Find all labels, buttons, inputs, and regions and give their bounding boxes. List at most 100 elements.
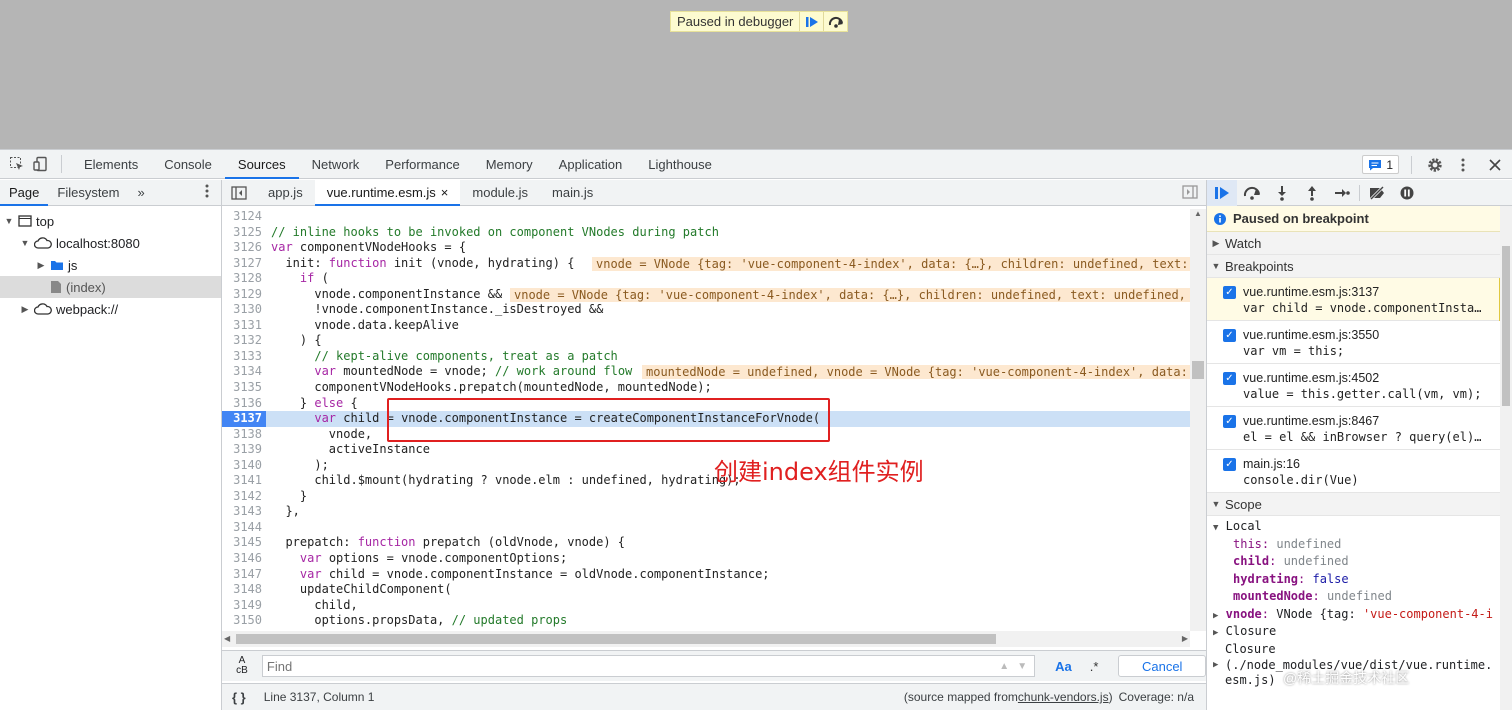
scope-var-child[interactable]: child: undefined (1233, 553, 1512, 571)
code-line[interactable]: 3128 if ( (222, 271, 1190, 287)
find-input[interactable] (261, 655, 1036, 677)
code-line[interactable]: 3149 child, (222, 598, 1190, 614)
close-icon[interactable]: × (441, 185, 449, 200)
line-number[interactable]: 3129 (222, 287, 266, 303)
line-number[interactable]: 3144 (222, 520, 266, 536)
code-line[interactable]: 3125 // inline hooks to be invoked on com… (222, 225, 1190, 241)
tab-network[interactable]: Network (299, 150, 373, 179)
code-line[interactable]: 3140 ); (222, 458, 1190, 474)
scroll-left-arrow[interactable]: ◀ (224, 634, 230, 643)
breakpoints-section-header[interactable]: ▼ Breakpoints (1207, 255, 1512, 278)
line-number[interactable]: 3145 (222, 535, 266, 551)
line-number[interactable]: 3148 (222, 582, 266, 598)
line-number[interactable]: 3149 (222, 598, 266, 614)
toggle-debugger-button[interactable] (1182, 185, 1198, 202)
breakpoint-item[interactable]: ✓ main.js:16 console.dir(Vue) (1207, 450, 1512, 493)
tree-item-js[interactable]: ▶ js (0, 254, 221, 276)
replace-toggle-icon[interactable]: AcB (230, 656, 254, 676)
tab-elements[interactable]: Elements (71, 150, 151, 179)
tree-item-localhost8080[interactable]: ▼ localhost:8080 (0, 232, 221, 254)
tab-memory[interactable]: Memory (473, 150, 546, 179)
tab-filesystem[interactable]: Filesystem (48, 180, 128, 206)
line-number[interactable]: 3141 (222, 473, 266, 489)
code-line[interactable]: 3131 vnode.data.keepAlive (222, 318, 1190, 334)
code-line[interactable]: 3130 !vnode.componentInstance._isDestroy… (222, 302, 1190, 318)
line-number[interactable]: 3127 (222, 256, 266, 272)
tab-page[interactable]: Page (0, 180, 49, 206)
chevron-right-icon[interactable]: ▶ (36, 260, 46, 271)
code-line[interactable]: 3133 // kept-alive components, treat as … (222, 349, 1190, 365)
line-number[interactable]: 3130 (222, 302, 266, 318)
sidebar-scrollbar[interactable] (1500, 206, 1512, 710)
breakpoint-item[interactable]: ✓ vue.runtime.esm.js:3550 var vm = this; (1207, 321, 1512, 364)
code-line[interactable]: 3139 activeInstance (222, 442, 1190, 458)
code-line[interactable]: 3132 ) { (222, 333, 1190, 349)
code-line[interactable]: 3142 } (222, 489, 1190, 505)
tab-lighthouse[interactable]: Lighthouse (635, 150, 725, 179)
line-number[interactable]: 3136 (222, 396, 266, 412)
scroll-right-arrow[interactable]: ▶ (1182, 634, 1188, 643)
find-next-icon[interactable]: ▼ (1017, 661, 1027, 672)
line-number[interactable]: 3135 (222, 380, 266, 396)
line-number[interactable]: 3132 (222, 333, 266, 349)
find-prev-icon[interactable]: ▲ (999, 661, 1009, 672)
editor-tab-app-js[interactable]: app.js (256, 180, 315, 206)
scope-var-mountednode[interactable]: mountedNode: undefined (1233, 588, 1512, 606)
code-line[interactable]: 3144 (222, 520, 1190, 536)
breakpoint-checkbox[interactable]: ✓ (1223, 458, 1236, 471)
line-number[interactable]: 3150 (222, 613, 266, 627)
line-number[interactable]: 3131 (222, 318, 266, 334)
code-line[interactable]: 3127 init: function init (vnode, hydrati… (222, 256, 1190, 272)
device-toggle-button[interactable] (30, 153, 52, 175)
breakpoint-checkbox[interactable]: ✓ (1223, 286, 1236, 299)
scope-var-vnode[interactable]: ▶ vnode: VNode {tag: 'vue-component-4-i (1213, 606, 1512, 624)
editor-tab-main-js[interactable]: main.js (540, 180, 605, 206)
breakpoint-item[interactable]: ✓ vue.runtime.esm.js:4502 value = this.get… (1207, 364, 1512, 407)
pause-on-exceptions-button[interactable] (1392, 180, 1422, 206)
code-line[interactable]: 3124 (222, 209, 1190, 225)
scope-section-header[interactable]: ▼ Scope (1207, 493, 1512, 516)
line-number[interactable]: 3137 (222, 411, 266, 427)
editor-tab-module-js[interactable]: module.js (460, 180, 540, 206)
tree-item-webpack[interactable]: ▶ webpack:// (0, 298, 221, 320)
code-line[interactable]: 3145 prepatch: function prepatch (oldVno… (222, 535, 1190, 551)
navigator-menu-button[interactable] (205, 184, 209, 201)
code-line[interactable]: 3141 child.$mount(hydrating ? vnode.elm … (222, 473, 1190, 489)
close-devtools-button[interactable] (1484, 154, 1506, 176)
step-button[interactable] (1327, 180, 1357, 206)
resume-button[interactable] (1207, 180, 1237, 206)
code-line[interactable]: 3135 componentVNodeHooks.prepatch(mounte… (222, 380, 1190, 396)
code-line[interactable]: 3134 var mountedNode = vnode; // work ar… (222, 364, 1190, 380)
match-case-button[interactable]: Aa (1055, 659, 1072, 674)
sidebar-scroll-thumb[interactable] (1502, 246, 1510, 406)
settings-button[interactable] (1424, 154, 1446, 176)
pretty-print-icon[interactable]: { } (232, 690, 246, 705)
step-into-button[interactable] (1267, 180, 1297, 206)
code-line[interactable]: 3148 updateChildComponent( (222, 582, 1190, 598)
regex-button[interactable]: .* (1090, 659, 1099, 674)
watch-section-header[interactable]: ▶ Watch (1207, 232, 1512, 255)
cancel-find-button[interactable]: Cancel (1118, 655, 1206, 677)
line-number[interactable]: 3125 (222, 225, 266, 241)
code-line[interactable]: 3126 var componentVNodeHooks = { (222, 240, 1190, 256)
chevron-down-icon[interactable]: ▼ (4, 216, 14, 226)
line-number[interactable]: 3138 (222, 427, 266, 443)
tab-performance[interactable]: Performance (372, 150, 472, 179)
more-options-button[interactable] (1452, 154, 1474, 176)
tree-item-index[interactable]: (index) (0, 276, 221, 298)
line-number[interactable]: 3126 (222, 240, 266, 256)
line-number[interactable]: 3128 (222, 271, 266, 287)
scroll-thumb[interactable] (1192, 361, 1204, 379)
line-number[interactable]: 3139 (222, 442, 266, 458)
line-number[interactable]: 3134 (222, 364, 266, 380)
code-line[interactable]: 3129 vnode.componentInstance && vnode = V… (222, 287, 1190, 303)
chevron-down-icon[interactable]: ▼ (20, 238, 30, 248)
tree-item-top[interactable]: ▼ top (0, 210, 221, 232)
code-line[interactable]: 3150 options.propsData, // updated props (222, 613, 1190, 627)
line-number[interactable]: 3124 (222, 209, 266, 225)
line-number[interactable]: 3133 (222, 349, 266, 365)
breakpoint-checkbox[interactable]: ✓ (1223, 415, 1236, 428)
source-map-link[interactable]: chunk-vendors.js (1018, 690, 1109, 704)
breakpoint-item[interactable]: ✓ vue.runtime.esm.js:8467 el = el && inBro… (1207, 407, 1512, 450)
tab-application[interactable]: Application (546, 150, 636, 179)
